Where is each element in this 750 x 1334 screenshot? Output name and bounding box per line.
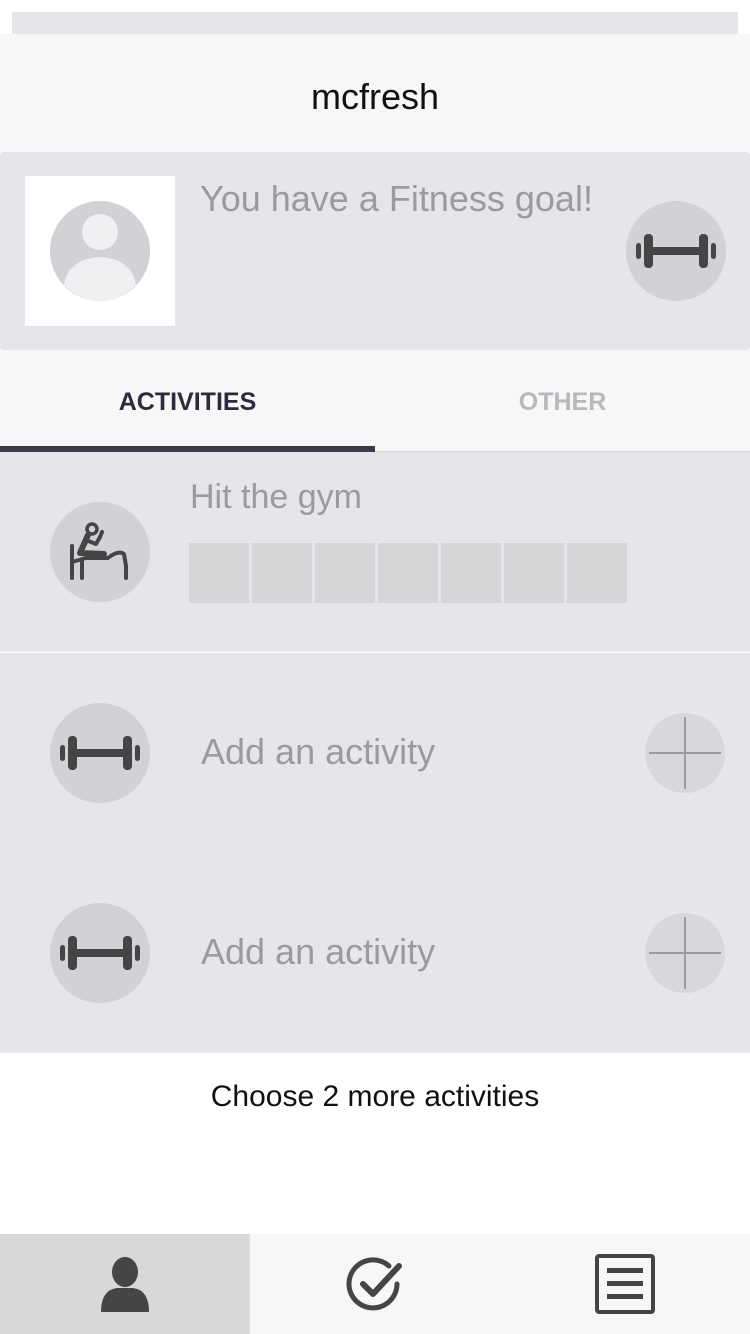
progress-cell[interactable] [567,543,627,603]
add-activity-button[interactable] [645,913,725,993]
add-activity-label: Add an activity [201,931,436,972]
plus-icon [649,917,721,989]
progress-cells [189,543,627,603]
activity-row-gym[interactable]: Hit the gym [0,452,750,652]
goal-card[interactable]: You have a Fitness goal! [0,152,750,350]
header: mcfresh [0,34,750,152]
goal-message: You have a Fitness goal! [200,178,593,219]
progress-cell[interactable] [189,543,249,603]
page-title: mcfresh [310,76,440,117]
list-icon [595,1254,655,1314]
activities-remaining-message: Choose 2 more activities [210,1080,540,1113]
activity-row-add[interactable]: Add an activity [0,653,750,853]
tabbar-item-list[interactable] [500,1234,750,1334]
bottom-tab-bar [0,1234,750,1334]
activity-icon-circle [50,703,150,803]
goal-type-button[interactable] [626,201,726,301]
dumbbell-icon [60,736,140,770]
progress-cell[interactable] [252,543,312,603]
progress-cell[interactable] [504,543,564,603]
tab-activities[interactable]: ACTIVITIES [0,350,375,452]
avatar[interactable] [25,176,175,326]
tab-activities-label: ACTIVITIES [118,388,257,416]
activity-icon-circle [50,903,150,1003]
segmented-tabs: ACTIVITIES OTHER [0,350,750,452]
activity-row-add[interactable]: Add an activity [0,853,750,1053]
add-activity-button[interactable] [645,713,725,793]
progress-cell[interactable] [315,543,375,603]
user-placeholder-icon [50,201,150,301]
tabbar-item-goals[interactable] [250,1234,500,1334]
tab-other-label: OTHER [518,388,607,416]
activity-icon-circle [50,502,150,602]
plus-icon [649,717,721,789]
checkmark-circle-icon [346,1257,402,1311]
tabbar-item-profile[interactable] [0,1234,250,1334]
progress-cell[interactable] [441,543,501,603]
status-bar [12,12,738,34]
dumbbell-icon [636,234,716,268]
activity-title: Hit the gym [190,478,362,516]
person-icon [101,1257,149,1312]
dumbbell-icon [60,936,140,970]
gym-bench-icon [70,522,128,580]
add-activity-label: Add an activity [201,731,436,772]
tab-other[interactable]: OTHER [375,350,750,451]
progress-cell[interactable] [378,543,438,603]
